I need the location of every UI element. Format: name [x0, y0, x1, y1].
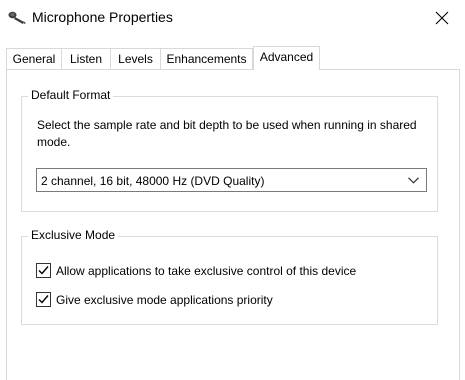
tab-strip: General Listen Levels Enhancements Advan…: [6, 46, 460, 70]
default-format-description: Select the sample rate and bit depth to …: [37, 118, 417, 149]
tab-general[interactable]: General: [6, 48, 61, 69]
default-format-dropdown[interactable]: 2 channel, 16 bit, 48000 Hz (DVD Quality…: [36, 168, 427, 192]
tab-levels[interactable]: Levels: [110, 48, 160, 69]
checkmark-icon: [38, 295, 49, 304]
close-icon: [435, 11, 449, 25]
default-format-group: Default Format Select the sample rate an…: [21, 88, 438, 212]
tab-enhancements[interactable]: Enhancements: [160, 48, 253, 69]
checkmark-icon: [38, 266, 49, 275]
microphone-icon: [8, 11, 26, 25]
advanced-tab-panel: Default Format Select the sample rate an…: [6, 69, 460, 380]
exclusive-control-checkbox[interactable]: [36, 263, 51, 278]
chevron-down-icon: [408, 177, 419, 184]
exclusive-control-label: Allow applications to take exclusive con…: [56, 264, 357, 278]
exclusive-priority-label: Give exclusive mode applications priorit…: [56, 293, 273, 307]
tab-listen[interactable]: Listen: [61, 48, 110, 69]
title-bar: Microphone Properties: [0, 0, 465, 36]
tab-advanced[interactable]: Advanced: [253, 46, 320, 70]
default-format-selected-value: 2 channel, 16 bit, 48000 Hz (DVD Quality…: [41, 174, 265, 188]
microphone-properties-window: Microphone Properties General Listen Lev…: [0, 0, 465, 380]
exclusive-priority-checkbox[interactable]: [36, 292, 51, 307]
default-format-legend: Default Format: [28, 88, 114, 102]
exclusive-mode-legend: Exclusive Mode: [28, 228, 119, 242]
window-title: Microphone Properties: [32, 9, 173, 25]
exclusive-mode-group: Exclusive Mode Allow applications to tak…: [21, 228, 438, 325]
close-button[interactable]: [419, 0, 465, 36]
